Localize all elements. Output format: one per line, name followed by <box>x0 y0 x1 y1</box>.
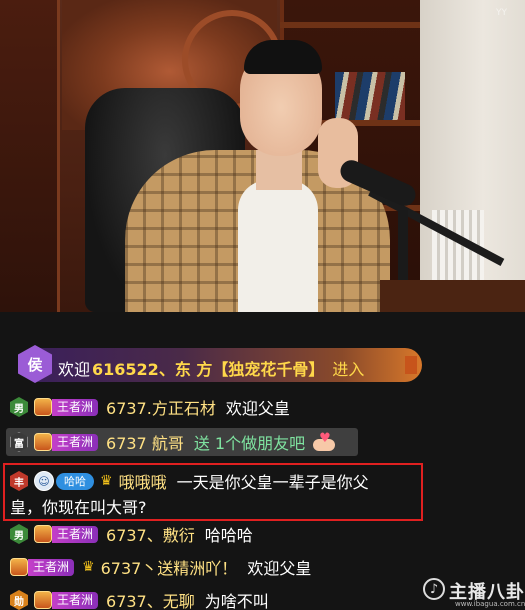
chat-message: 男 王者洲 6737.方正石材 欢迎父皇 <box>10 394 290 420</box>
guild-icon <box>34 591 52 609</box>
guild-badge: 王者洲 <box>34 525 99 543</box>
chat-text: 为啥不叫 <box>204 592 269 610</box>
chat-panel[interactable]: 侯 欢迎 616522、东 方【独宠花千骨】 进入 男 王者洲 6737.方正石材 … <box>0 312 525 610</box>
level-badge-icon: 丰 <box>10 471 28 491</box>
chat-message-continuation: 皇，你现在叫大哥? <box>10 494 147 518</box>
chat-text: 欢迎父皇 <box>247 559 312 578</box>
gender-badge-icon: 男 <box>10 397 28 417</box>
noble-badge-icon: 侯 <box>18 345 52 383</box>
chat-message: 勋 王者洲 6737、无聊 为啥不叫 <box>10 587 269 610</box>
wealth-badge-icon: 富 <box>10 432 28 452</box>
guild-icon <box>10 558 28 576</box>
wooden-cabinet <box>0 0 60 312</box>
streamer-hair <box>244 40 322 74</box>
guild-icon <box>34 433 52 451</box>
chat-message: 王者洲 ♛ 6737丶送精洲吖！ 欢迎父皇 <box>10 554 311 580</box>
chat-username[interactable]: 6737.方正石材 <box>106 395 216 419</box>
avatar[interactable]: ☺ <box>34 471 54 491</box>
gift-text: 送 1个做朋友吧 <box>193 434 306 453</box>
chat-username[interactable]: 6737 航哥 <box>106 430 184 454</box>
guild-badge: 王者洲 <box>10 558 75 576</box>
shelf-board <box>280 22 420 28</box>
chat-text: 一天是你父皇一辈子是你父 <box>176 473 369 492</box>
chat-username[interactable]: 6737丶送精洲吖！ <box>101 555 238 579</box>
heart-gift-icon: ♥ <box>313 432 336 452</box>
level-badge-icon: 勋 <box>10 590 28 610</box>
chat-username[interactable]: 哦哦哦 <box>119 469 167 493</box>
guild-badge: 王者洲 <box>34 591 99 609</box>
streamer-shirt <box>238 180 318 312</box>
books <box>335 72 405 120</box>
chat-username[interactable]: 6737、敷衍 <box>106 522 195 546</box>
logo-icon: ♪ <box>423 578 445 600</box>
chat-text: 欢迎父皇 <box>225 399 290 418</box>
guild-icon <box>34 525 52 543</box>
banner-tail <box>405 356 417 374</box>
chat-gift-message: 富 王者洲 6737 航哥 送 1个做朋友吧 ♥ <box>10 429 336 455</box>
platform-watermark: YY <box>496 8 507 18</box>
gender-badge-icon: 男 <box>10 524 28 544</box>
chat-message-highlighted: 丰 ☺ 哈哈 ♛ 哦哦哦 一天是你父皇一辈子是你父 <box>10 468 369 494</box>
site-watermark-logo: ♪ 主播八卦 www.ibagua.com.cn <box>419 576 525 610</box>
guild-icon <box>34 398 52 416</box>
live-video-stream[interactable]: YY <box>0 0 525 312</box>
crown-icon: ♛ <box>100 473 113 489</box>
chat-text: 皇，你现在叫大哥? <box>10 498 147 517</box>
welcome-text: 欢迎 616522、东 方【独宠花千骨】 进入 <box>58 356 364 380</box>
welcome-prefix: 欢迎 <box>58 360 91 379</box>
desk <box>380 280 525 312</box>
guild-badge: 王者洲 <box>34 433 99 451</box>
welcome-action: 进入 <box>332 360 365 379</box>
chat-username[interactable]: 6737、无聊 <box>106 588 195 610</box>
logo-url: www.ibagua.com.cn <box>455 600 525 608</box>
guild-badge: 王者洲 <box>34 398 99 416</box>
streamer-neck <box>256 150 302 190</box>
crown-icon: ♛ <box>82 559 95 575</box>
welcome-username[interactable]: 616522、东 方【独宠花千骨】 <box>92 360 324 379</box>
chat-text: 哈哈哈 <box>204 526 253 545</box>
chat-message: 男 王者洲 6737、敷衍 哈哈哈 <box>10 521 253 547</box>
fan-badge: 哈哈 <box>56 472 94 490</box>
